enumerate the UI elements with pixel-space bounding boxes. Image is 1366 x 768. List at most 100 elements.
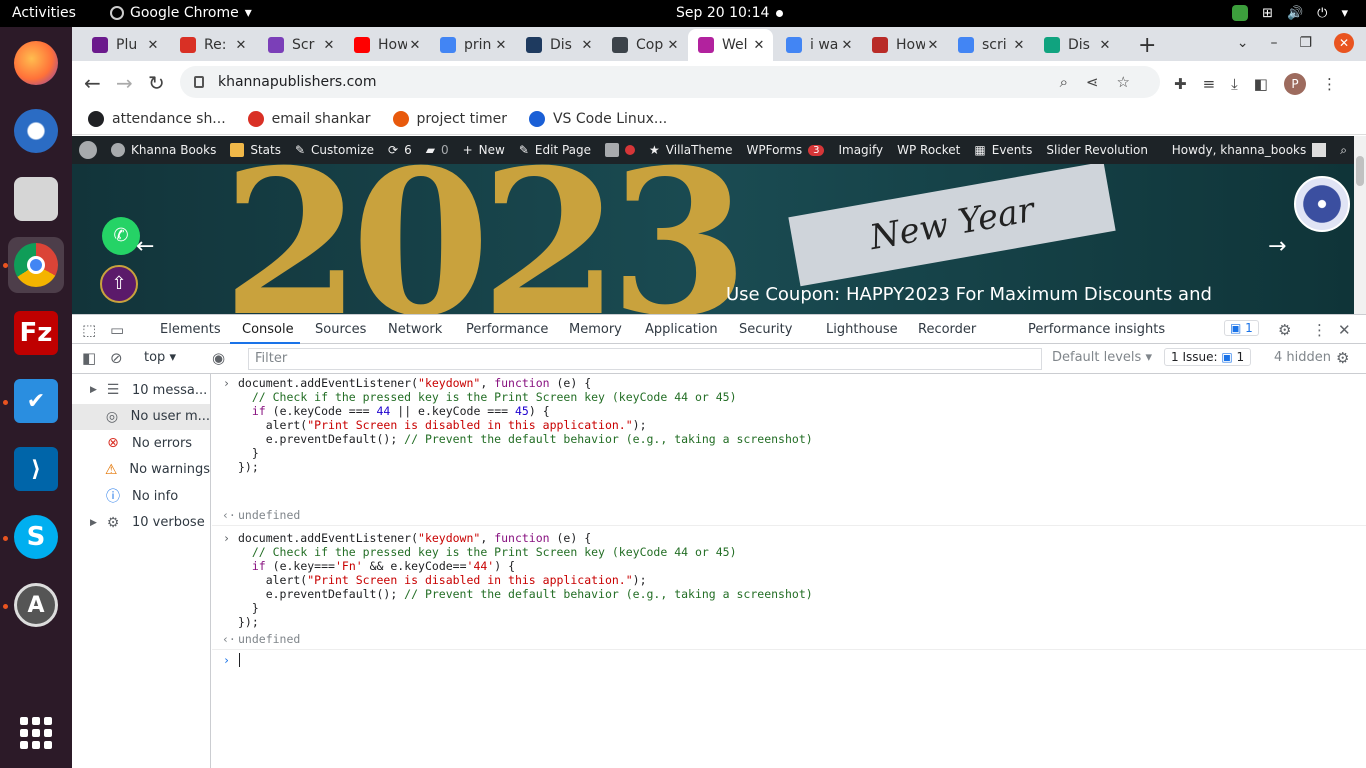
console-settings-icon[interactable]: ⚙ (1336, 349, 1349, 367)
wp-villatheme-link[interactable]: ★ VillaTheme (642, 143, 739, 157)
browser-tab[interactable]: Scr ✕ (258, 29, 343, 61)
wp-comments-link[interactable]: ▰ 0 (419, 143, 456, 157)
filezilla-launcher[interactable]: Fz (8, 305, 64, 361)
zoom-icon[interactable]: ⌕ (1060, 73, 1068, 91)
wp-site-link[interactable]: Khanna Books (104, 143, 223, 157)
code-block[interactable]: document.addEventListener("keydown", fun… (238, 376, 813, 474)
sidebar-toggle-icon[interactable]: ◧ (82, 349, 96, 367)
profile-avatar[interactable]: P (1283, 73, 1306, 95)
browser-tab[interactable]: How ✕ (862, 29, 947, 61)
bookmark-item[interactable]: project timer (392, 110, 507, 127)
close-window-icon[interactable]: ✕ (1334, 33, 1354, 53)
menu-icon[interactable]: ⋮ (1322, 75, 1337, 93)
wp-events-link[interactable]: ▦ Events (967, 143, 1039, 157)
back-icon[interactable]: ← (84, 71, 101, 95)
console-sidebar-item[interactable]: ⚠ No warnings (72, 457, 210, 483)
wp-customize-link[interactable]: ✎ Customize (288, 143, 381, 157)
browser-tab[interactable]: How ✕ (344, 29, 429, 61)
devtools-tab-sources[interactable]: Sources (315, 322, 366, 337)
skype-launcher[interactable]: S (8, 509, 64, 565)
wp-logo-icon[interactable] (72, 141, 104, 159)
chrome-launcher[interactable] (8, 237, 64, 293)
activities-button[interactable]: Activities (12, 5, 76, 21)
vscode-launcher[interactable]: ⟩ (8, 441, 64, 497)
page-scrollbar[interactable] (1354, 136, 1366, 314)
devtools-tab-performance-insights[interactable]: Performance insights (1028, 322, 1165, 337)
close-tab-icon[interactable]: ✕ (579, 38, 595, 53)
bookmark-item[interactable]: attendance sh... (88, 110, 226, 127)
extensions-icon[interactable]: ✚ (1174, 75, 1187, 93)
reload-icon[interactable]: ↻ (148, 71, 165, 95)
issues-counter[interactable]: 1 Issue: ▣ 1 (1164, 348, 1252, 366)
console-sidebar-item[interactable]: ⊗ No errors (72, 430, 210, 456)
app-menu[interactable]: Google Chrome ▾ (110, 5, 252, 21)
devtools-tab-console[interactable]: Console (242, 322, 294, 337)
close-tab-icon[interactable]: ✕ (1011, 38, 1027, 53)
devtools-tab-application[interactable]: Application (645, 322, 718, 337)
browser-tab[interactable]: Dis ✕ (1034, 29, 1119, 61)
browser-tab[interactable]: Re: ✕ (170, 29, 255, 61)
close-tab-icon[interactable]: ✕ (321, 38, 337, 53)
media-control-icon[interactable]: ≡ (1203, 75, 1216, 93)
thunderbird-launcher[interactable] (8, 103, 64, 159)
close-tab-icon[interactable]: ✕ (839, 38, 855, 53)
wp-account-link[interactable]: Howdy, khanna_books (1165, 143, 1334, 157)
devtools-tab-performance[interactable]: Performance (466, 322, 548, 337)
issues-badge[interactable]: ▣ 1 (1224, 320, 1259, 336)
clear-console-icon[interactable]: ⊘ (110, 349, 123, 367)
wp-stats-link[interactable]: Stats (223, 143, 288, 157)
page-scrollbar-thumb[interactable] (1356, 156, 1364, 186)
filter-input[interactable]: Filter (248, 348, 1042, 370)
slider-prev-icon[interactable]: ← (136, 234, 154, 259)
share-icon[interactable]: ⋖ (1086, 73, 1099, 91)
console-sidebar-item[interactable]: ▶ ☰ 10 messa... (72, 377, 210, 403)
software-updater-launcher[interactable]: A (8, 577, 64, 633)
devtools-tab-security[interactable]: Security (739, 322, 792, 337)
console-sidebar-item[interactable]: ◎ No user m... (72, 403, 210, 430)
firefox-launcher[interactable] (8, 35, 64, 91)
wp-new-link[interactable]: + New (456, 143, 512, 157)
volume-icon[interactable]: 🔊 (1287, 6, 1303, 21)
whatsapp-icon[interactable]: ✆ (102, 217, 140, 255)
browser-tab[interactable]: scri ✕ (948, 29, 1033, 61)
close-tab-icon[interactable]: ✕ (1097, 38, 1113, 53)
update-shield-icon[interactable] (1232, 5, 1249, 21)
wp-rocket-link[interactable]: WP Rocket (890, 143, 967, 157)
address-bar[interactable]: khannapublishers.com ⌕ ⋖ ☆ (180, 66, 1160, 98)
close-tab-icon[interactable]: ✕ (233, 38, 249, 53)
tab-search-icon[interactable]: ⌄ (1237, 35, 1249, 51)
clock[interactable]: Sep 20 10:14 (676, 5, 769, 21)
power-icon[interactable]: ⏻ (1317, 6, 1327, 21)
wp-updates-link[interactable]: ⟳ 6 (381, 143, 419, 157)
devtools-tab-lighthouse[interactable]: Lighthouse (826, 322, 898, 337)
browser-tab[interactable]: Dis ✕ (516, 29, 601, 61)
close-tab-icon[interactable]: ✕ (493, 38, 509, 53)
show-applications-icon[interactable] (20, 717, 52, 749)
expand-arrow-icon[interactable]: ▶ (90, 385, 104, 395)
browser-tab[interactable]: i wa ✕ (776, 29, 861, 61)
browser-tab[interactable]: Cop ✕ (602, 29, 687, 61)
console-sidebar-item[interactable]: ▶ ⚙ 10 verbose (72, 510, 210, 536)
scroll-up-icon[interactable]: ⇧ (100, 265, 138, 303)
context-selector[interactable]: top ▾ (144, 350, 196, 365)
inspect-icon[interactable]: ⬚ (82, 321, 96, 339)
devtools-tab-network[interactable]: Network (388, 322, 442, 337)
url-text[interactable]: khannapublishers.com (218, 74, 377, 90)
console-sidebar-item[interactable]: ⓘ No info (72, 483, 210, 509)
task-tracker-launcher[interactable]: ✔ (8, 373, 64, 429)
caret-down-icon[interactable]: ▾ (1341, 6, 1348, 21)
new-tab-button[interactable]: + (1138, 33, 1156, 58)
close-tab-icon[interactable]: ✕ (925, 38, 941, 53)
wp-search-icon[interactable]: ⌕ (1333, 143, 1354, 158)
files-launcher[interactable] (8, 171, 64, 227)
slider-next-icon[interactable]: → (1268, 234, 1286, 259)
close-tab-icon[interactable]: ✕ (145, 38, 161, 53)
more-options-icon[interactable]: ⋮ (1312, 321, 1327, 339)
lock-icon[interactable] (194, 76, 204, 88)
close-tab-icon[interactable]: ✕ (665, 38, 681, 53)
system-tray[interactable]: ⊞ 🔊 ⏻ ▾ (1232, 5, 1348, 21)
code-block[interactable]: document.addEventListener("keydown", fun… (238, 531, 813, 629)
browser-tab[interactable]: Plu ✕ (82, 29, 167, 61)
download-icon[interactable]: ⤓ (1231, 75, 1238, 93)
expand-arrow-icon[interactable]: ▶ (90, 518, 104, 528)
